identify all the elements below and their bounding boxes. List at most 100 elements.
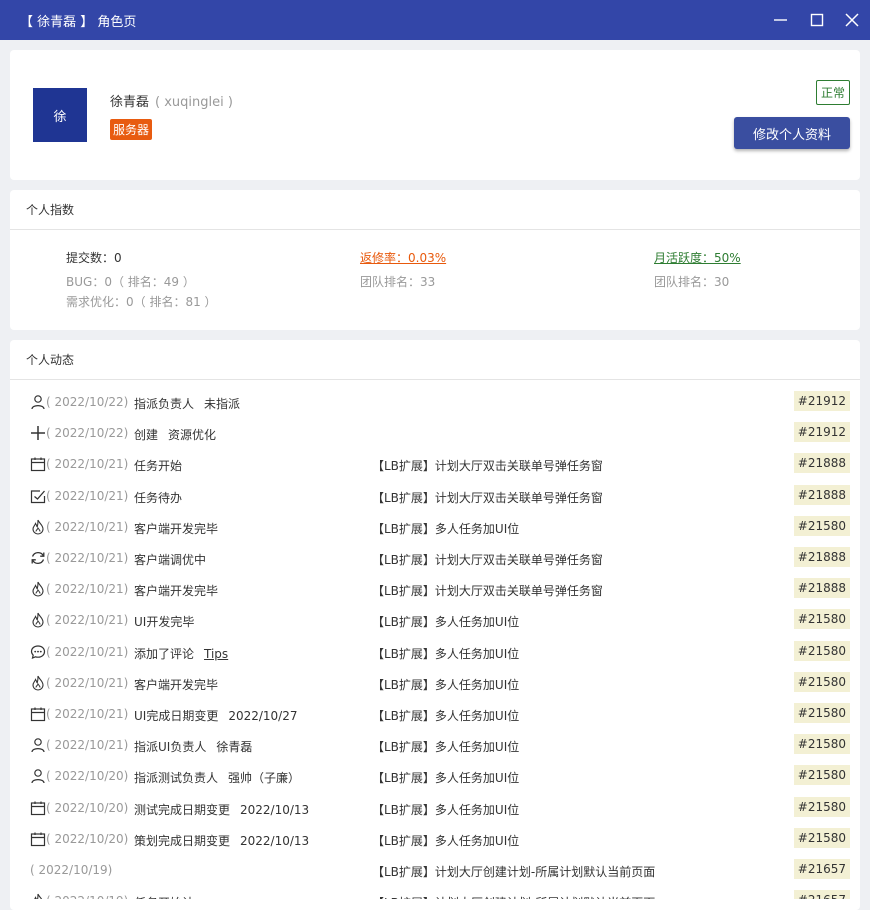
activity-date: ( 2022/10/21) — [46, 457, 129, 472]
activity-date: ( 2022/10/21) — [46, 738, 129, 753]
activity-row[interactable]: ( 2022/10/20) 指派测试负责人 强帅（子廉） 【LB扩展】多人任务加UI位… — [10, 761, 860, 792]
flame-icon — [30, 675, 46, 691]
activity-date: ( 2022/10/21) — [46, 644, 129, 659]
activity-row[interactable]: ( 2022/10/21) UI开发完毕 【LB扩展】多人任务加UI位 #21580 — [10, 605, 860, 636]
activity-task: 【LB扩展】计划大厅双击关联单号弹任务窗 — [372, 459, 603, 474]
activity-action-text: 任务开始 — [134, 459, 183, 474]
activity-action: 客户端开发完毕 — [134, 520, 218, 537]
activity-action-text: 客户端调优中 — [134, 553, 207, 567]
activity-task: 【LB扩展】多人任务加UI位 — [372, 833, 520, 848]
user-name: 徐青磊 — [110, 95, 150, 110]
activity-row[interactable]: ( 2022/10/21) 客户端开发完毕 【LB扩展】多人任务加UI位 #21580 — [10, 668, 860, 699]
activity-date: ( 2022/10/21) — [46, 582, 129, 597]
task-id-badge[interactable]: #21657 — [793, 859, 850, 879]
activity-action: UI开发完毕 — [134, 613, 194, 630]
refresh-icon — [30, 550, 46, 566]
activity-date: ( 2022/10/20) — [46, 800, 129, 815]
task-id-badge[interactable]: #21912 — [793, 391, 850, 411]
activity-action: 策划完成日期变更 2022/10/13 — [134, 832, 309, 849]
demand-count: 需求优化：0（ 排名：81 ） — [66, 295, 217, 309]
task-id-badge[interactable]: #21580 — [793, 640, 850, 661]
activity-detail: 徐青磊 — [216, 740, 253, 755]
activity-row[interactable]: ( 2022/10/21) 任务开始 【LB扩展】计划大厅双击关联单号弹任务窗 #21… — [10, 449, 860, 480]
activity-row[interactable]: ( 2022/10/20) 测试完成日期变更 2022/10/13 【LB扩展】多人任… — [10, 793, 860, 824]
activity-rate-link[interactable]: 月活跃度：50% — [654, 249, 741, 266]
activity-action-text: 指派测试负责人 — [134, 771, 219, 786]
activity-task: 【LB扩展】计划大厅创建计划-所属计划默认当前页面 — [372, 894, 655, 899]
activity-row[interactable]: ( 2022/10/21) 指派UI负责人 徐青磊 【LB扩展】多人任务加UI位 #21… — [10, 730, 860, 761]
task-id-badge[interactable]: #21580 — [793, 827, 850, 848]
task-id-badge[interactable]: #21580 — [793, 734, 850, 755]
flame-icon — [30, 581, 46, 597]
activity-row[interactable]: ( 2022/10/19) 任务开始计 【LB扩展】计划大厅创建计划-所属计划默认当… — [10, 886, 860, 899]
task-id-badge[interactable]: #21888 — [793, 484, 850, 505]
maximize-button[interactable] — [805, 8, 829, 32]
task-id-badge[interactable]: #21580 — [793, 765, 850, 786]
calendar-icon — [30, 831, 46, 847]
activity-row[interactable]: ( 2022/10/21) UI完成日期变更 2022/10/27 【LB扩展】多人任… — [10, 699, 860, 730]
activity-action: 任务待办 — [134, 489, 182, 506]
activity-task: 【LB扩展】多人任务加UI位 — [372, 521, 520, 536]
task-id-badge[interactable]: #21580 — [793, 703, 850, 723]
activity-task: 【LB扩展】计划大厅创建计划-所属计划默认当前页面 — [372, 865, 656, 879]
activity-date: ( 2022/10/20) — [46, 769, 129, 784]
task-id-badge[interactable]: #21580 — [793, 609, 850, 630]
activity-task: 【LB扩展】计划大厅双击关联单号弹任务窗 — [372, 490, 603, 505]
minimize-icon — [774, 19, 787, 21]
activity-row[interactable]: ( 2022/10/22) 创建 资源优化 #21912 — [10, 418, 860, 449]
activity-action: 创建 资源优化 — [134, 426, 216, 443]
task-id-badge[interactable]: #21888 — [793, 453, 850, 474]
window-title: 【 徐青磊 】 角色页 — [20, 15, 137, 30]
activity-row[interactable]: ( 2022/10/19) 【LB扩展】计划大厅创建计划-所属计划默认当前页面 #2… — [10, 855, 860, 886]
activity-row[interactable]: ( 2022/10/22) 指派负责人 未指派 #21912 — [10, 387, 860, 418]
activity-row[interactable]: ( 2022/10/20) 策划完成日期变更 2022/10/13 【LB扩展】多人任… — [10, 824, 860, 855]
activity-action-text: 任务待办 — [134, 490, 183, 505]
task-id-badge[interactable]: #21580 — [793, 796, 850, 817]
activity-detail: 资源优化 — [168, 428, 217, 443]
activity-action-text: UI开发完毕 — [134, 615, 195, 630]
activity-row[interactable]: ( 2022/10/21) 添加了评论 Tips 【LB扩展】多人任务加UI位 #215… — [10, 637, 860, 668]
activity-task: 【LB扩展】多人任务加UI位 — [372, 677, 520, 692]
activity-date: ( 2022/10/21) — [46, 613, 129, 628]
task-id-badge[interactable]: #21888 — [793, 578, 850, 599]
stats-card: 个人指数 提交数：0 BUG：0（ 排名：49 ） 需求优化：0（ 排名：81 … — [10, 190, 860, 330]
activity-date: ( 2022/10/21) — [46, 488, 129, 503]
activity-date: ( 2022/10/21) — [46, 519, 129, 534]
activity-row[interactable]: ( 2022/10/21) 客户端开发完毕 【LB扩展】计划大厅双击关联单号弹任务窗… — [10, 574, 860, 605]
activity-row[interactable]: ( 2022/10/21) 任务待办 【LB扩展】计划大厅双击关联单号弹任务窗 #21… — [10, 481, 860, 512]
activity-action-text: 客户端开发完毕 — [134, 677, 219, 692]
activity-row[interactable]: ( 2022/10/21) 客户端调优中 【LB扩展】计划大厅双击关联单号弹任务窗 #… — [10, 543, 860, 574]
activity-detail: 2022/10/27 — [228, 709, 298, 723]
close-button[interactable] — [840, 8, 864, 32]
activity-heading: 个人动态 — [10, 340, 860, 380]
activity-task: 【LB扩展】计划大厅双击关联单号弹任务窗 — [372, 553, 603, 567]
activity-action: 客户端开发完毕 — [134, 676, 218, 693]
activity-date: ( 2022/10/21) — [46, 551, 129, 565]
edit-profile-button[interactable]: 修改个人资料 — [734, 117, 850, 149]
activity-action: 任务开始计 — [134, 894, 194, 899]
activity-action-text: UI完成日期变更 — [134, 709, 219, 723]
maximize-icon — [810, 13, 824, 27]
stats-heading: 个人指数 — [10, 190, 860, 230]
task-id-badge[interactable]: #21912 — [793, 422, 850, 443]
task-id-badge[interactable]: #21580 — [793, 515, 850, 536]
activity-row[interactable]: ( 2022/10/21) 客户端开发完毕 【LB扩展】多人任务加UI位 #21580 — [10, 512, 860, 543]
task-id-badge[interactable]: #21657 — [793, 890, 850, 899]
repair-rate-link[interactable]: 返修率：0.03% — [360, 249, 446, 266]
repair-team-rank: 团队排名：33 — [360, 275, 436, 289]
task-id-badge[interactable]: #21888 — [793, 547, 850, 567]
activity-list[interactable]: ( 2022/10/22) 指派负责人 未指派 #21912( 2022/10/22)… — [10, 381, 860, 899]
task-id-badge[interactable]: #21580 — [793, 671, 850, 692]
activity-action-text: 任务开始计 — [134, 896, 194, 899]
activity-action: 客户端开发完毕 — [134, 582, 218, 599]
activity-action: UI完成日期变更 2022/10/27 — [134, 707, 298, 724]
minimize-button[interactable] — [768, 8, 792, 32]
activity-date: ( 2022/10/21) — [46, 675, 129, 690]
activity-detail-link[interactable]: Tips — [204, 647, 228, 661]
commits-count: 提交数：0 — [66, 251, 122, 265]
comment-icon — [30, 644, 46, 660]
role-tag: 服务器 — [110, 119, 153, 140]
activity-action: 任务开始 — [134, 457, 182, 474]
user-name-line: 徐青磊 ( xuqinglei ) — [110, 91, 233, 110]
activity-action-text: 添加了评论 — [134, 646, 195, 661]
